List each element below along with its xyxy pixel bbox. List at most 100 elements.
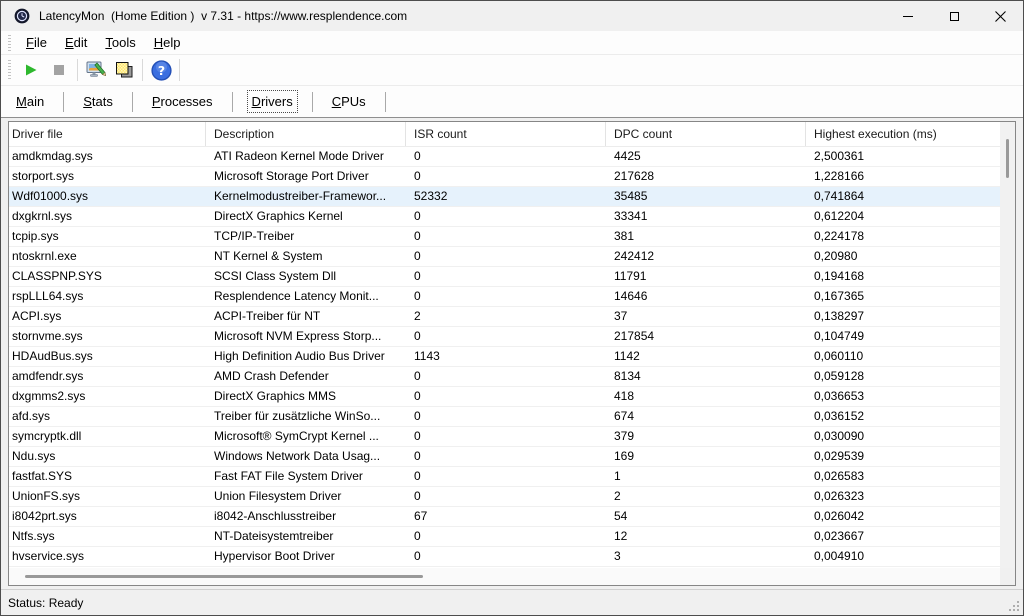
- tab-stats[interactable]: Stats: [78, 90, 118, 113]
- menubar-gripper[interactable]: [8, 35, 11, 51]
- horizontal-scrollbar[interactable]: [9, 568, 1000, 585]
- horizontal-scrollbar-thumb[interactable]: [25, 575, 423, 578]
- start-monitor-button[interactable]: [17, 57, 45, 83]
- tab-cpus[interactable]: CPUs: [327, 90, 371, 113]
- tab-separator: [132, 92, 133, 112]
- toolbar-gripper[interactable]: [8, 60, 11, 80]
- table-cell: dxgkrnl.sys: [9, 207, 206, 227]
- table-cell: 0: [406, 407, 606, 427]
- table-row[interactable]: amdkmdag.sysATI Radeon Kernel Mode Drive…: [9, 147, 1015, 167]
- window-controls: [885, 1, 1023, 31]
- window-title: LatencyMon (Home Edition ) v 7.31 - http…: [39, 9, 885, 23]
- table-cell: Microsoft NVM Express Storp...: [206, 327, 406, 347]
- menu-tools[interactable]: Tools: [96, 32, 144, 53]
- stop-monitor-button[interactable]: [45, 57, 73, 83]
- table-cell: 1,228166: [806, 167, 1015, 187]
- column-header-highest-execution-ms[interactable]: Highest execution (ms): [806, 122, 1015, 146]
- column-header-dpc-count[interactable]: DPC count: [606, 122, 806, 146]
- table-cell: DirectX Graphics MMS: [206, 387, 406, 407]
- table-body: amdkmdag.sysATI Radeon Kernel Mode Drive…: [9, 147, 1015, 567]
- table-row[interactable]: Ntfs.sysNT-Dateisystemtreiber0120,023667: [9, 527, 1015, 547]
- table-cell: fastfat.SYS: [9, 467, 206, 487]
- report-options-button[interactable]: [82, 57, 110, 83]
- menu-file[interactable]: File: [17, 32, 56, 53]
- table-cell: 0: [406, 327, 606, 347]
- vertical-scrollbar[interactable]: [1000, 122, 1015, 568]
- table-cell: 35485: [606, 187, 806, 207]
- table-cell: High Definition Audio Bus Driver: [206, 347, 406, 367]
- table-row[interactable]: UnionFS.sysUnion Filesystem Driver020,02…: [9, 487, 1015, 507]
- client-area: Driver fileDescriptionISR countDPC count…: [1, 118, 1023, 589]
- table-row[interactable]: dxgmms2.sysDirectX Graphics MMS04180,036…: [9, 387, 1015, 407]
- column-header-isr-count[interactable]: ISR count: [406, 122, 606, 146]
- table-cell: 0: [406, 487, 606, 507]
- table-cell: 0,194168: [806, 267, 1015, 287]
- tab-separator: [385, 92, 386, 112]
- tab-separator: [312, 92, 313, 112]
- table-cell: 0,059128: [806, 367, 1015, 387]
- table-cell: 674: [606, 407, 806, 427]
- table-cell: 37: [606, 307, 806, 327]
- tab-separator: [232, 92, 233, 112]
- table-row[interactable]: storport.sysMicrosoft Storage Port Drive…: [9, 167, 1015, 187]
- menu-bar: FileEditToolsHelp: [1, 31, 1023, 55]
- table-cell: 0,224178: [806, 227, 1015, 247]
- table-cell: 0: [406, 387, 606, 407]
- copy-report-button[interactable]: [110, 57, 138, 83]
- title-bar[interactable]: LatencyMon (Home Edition ) v 7.31 - http…: [1, 1, 1023, 31]
- table-row[interactable]: HDAudBus.sysHigh Definition Audio Bus Dr…: [9, 347, 1015, 367]
- close-button[interactable]: [977, 1, 1023, 31]
- table-row[interactable]: ACPI.sysACPI-Treiber für NT2370,138297: [9, 307, 1015, 327]
- table-row[interactable]: Ndu.sysWindows Network Data Usag...01690…: [9, 447, 1015, 467]
- table-cell: 12: [606, 527, 806, 547]
- table-row[interactable]: dxgkrnl.sysDirectX Graphics Kernel033341…: [9, 207, 1015, 227]
- table-cell: 217854: [606, 327, 806, 347]
- resize-grip-icon[interactable]: [1008, 600, 1020, 612]
- tab-processes[interactable]: Processes: [147, 90, 218, 113]
- table-cell: TCP/IP-Treiber: [206, 227, 406, 247]
- maximize-button[interactable]: [931, 1, 977, 31]
- table-cell: 169: [606, 447, 806, 467]
- table-row[interactable]: stornvme.sysMicrosoft NVM Express Storp.…: [9, 327, 1015, 347]
- tab-drivers[interactable]: Drivers: [247, 90, 298, 113]
- vertical-scrollbar-thumb[interactable]: [1006, 139, 1009, 178]
- table-cell: 0,741864: [806, 187, 1015, 207]
- tab-main[interactable]: Main: [11, 90, 49, 113]
- column-header-driver-file[interactable]: Driver file: [9, 122, 206, 146]
- table-cell: Fast FAT File System Driver: [206, 467, 406, 487]
- table-cell: dxgmms2.sys: [9, 387, 206, 407]
- maximize-icon: [950, 12, 959, 21]
- table-cell: 33341: [606, 207, 806, 227]
- table-row[interactable]: CLASSPNP.SYSSCSI Class System Dll0117910…: [9, 267, 1015, 287]
- table-row[interactable]: i8042prt.sysi8042-Anschlusstreiber67540,…: [9, 507, 1015, 527]
- column-header-description[interactable]: Description: [206, 122, 406, 146]
- table-cell: NT Kernel & System: [206, 247, 406, 267]
- table-cell: 0,023667: [806, 527, 1015, 547]
- table-cell: 2: [606, 487, 806, 507]
- table-cell: Kernelmodustreiber-Framewor...: [206, 187, 406, 207]
- table-cell: 0: [406, 367, 606, 387]
- table-cell: 0,612204: [806, 207, 1015, 227]
- table-row[interactable]: fastfat.SYSFast FAT File System Driver01…: [9, 467, 1015, 487]
- table-row[interactable]: symcryptk.dllMicrosoft® SymCrypt Kernel …: [9, 427, 1015, 447]
- table-row[interactable]: hvservice.sysHypervisor Boot Driver030,0…: [9, 547, 1015, 567]
- table-row[interactable]: rspLLL64.sysResplendence Latency Monit..…: [9, 287, 1015, 307]
- table-row[interactable]: ntoskrnl.exeNT Kernel & System02424120,2…: [9, 247, 1015, 267]
- menu-edit[interactable]: Edit: [56, 32, 96, 53]
- table-cell: tcpip.sys: [9, 227, 206, 247]
- table-cell: 0: [406, 447, 606, 467]
- table-row[interactable]: Wdf01000.sysKernelmodustreiber-Framewor.…: [9, 187, 1015, 207]
- minimize-button[interactable]: [885, 1, 931, 31]
- table-cell: 0,036152: [806, 407, 1015, 427]
- help-button[interactable]: ?: [147, 57, 175, 83]
- table-row[interactable]: afd.sysTreiber für zusätzliche WinSo...0…: [9, 407, 1015, 427]
- tabs: Main Stats Processes Drivers CPUs: [11, 90, 400, 113]
- table-row[interactable]: amdfendr.sysAMD Crash Defender081340,059…: [9, 367, 1015, 387]
- table-cell: 0: [406, 527, 606, 547]
- status-bar: Status: Ready: [1, 589, 1023, 615]
- menu-help[interactable]: Help: [145, 32, 190, 53]
- table-cell: 2: [406, 307, 606, 327]
- table-cell: storport.sys: [9, 167, 206, 187]
- table-cell: Wdf01000.sys: [9, 187, 206, 207]
- table-row[interactable]: tcpip.sysTCP/IP-Treiber03810,224178: [9, 227, 1015, 247]
